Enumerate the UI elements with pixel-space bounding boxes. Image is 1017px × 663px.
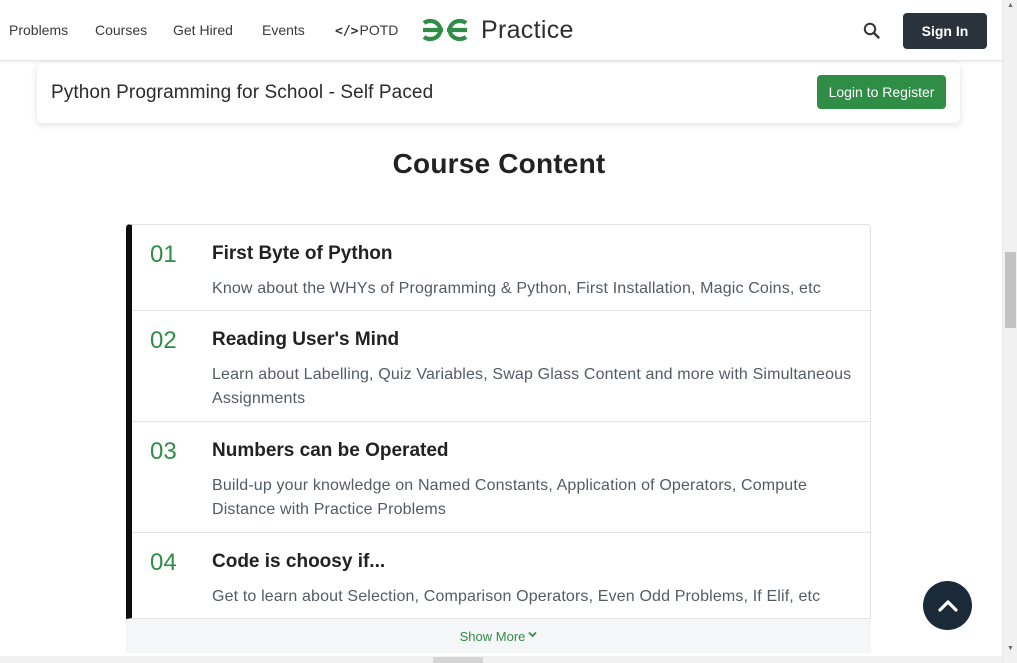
item-title: Code is choosy if... — [212, 551, 386, 572]
login-to-register-button[interactable]: Login to Register — [817, 75, 946, 109]
item-number: 01 — [150, 241, 177, 268]
item-description: Know about the WHYs of Programming & Pyt… — [212, 280, 821, 297]
nav-potd-label: POTD — [359, 22, 399, 38]
vertical-scrollbar[interactable]: ▲ ▼ — [1002, 0, 1017, 663]
content-item[interactable]: 02 Reading User's Mind Learn about Label… — [132, 311, 870, 422]
item-number: 02 — [150, 327, 177, 354]
horizontal-scrollbar-thumb[interactable] — [433, 657, 483, 663]
chevron-up-icon — [937, 599, 958, 612]
show-more-button[interactable]: Show More — [126, 619, 871, 653]
content-item[interactable]: 04 Code is choosy if... Get to learn abo… — [132, 533, 870, 618]
item-description: Get to learn about Selection, Comparison… — [212, 588, 821, 605]
nav-potd[interactable]: </>POTD — [335, 22, 398, 39]
logo-text: Practice — [481, 15, 574, 44]
course-content-list: 01 First Byte of Python Know about the W… — [126, 224, 871, 619]
nav-problems[interactable]: Problems — [9, 22, 68, 38]
gfg-logo-icon — [422, 18, 468, 42]
nav-courses[interactable]: Courses — [95, 22, 147, 38]
gfg-practice-logo[interactable]: Practice — [417, 14, 574, 46]
nav-events[interactable]: Events — [262, 22, 305, 38]
item-description: Build-up your knowledge on Named Constan… — [212, 477, 807, 518]
item-title: Reading User's Mind — [212, 329, 400, 350]
course-content-heading: Course Content — [392, 148, 606, 179]
chevron-down-icon — [528, 630, 538, 640]
item-title: Numbers can be Operated — [212, 440, 449, 461]
item-title: First Byte of Python — [212, 243, 393, 264]
content-item[interactable]: 03 Numbers can be Operated Build-up your… — [132, 422, 870, 533]
content-item[interactable]: 01 First Byte of Python Know about the W… — [132, 225, 870, 311]
item-number: 04 — [150, 549, 177, 576]
course-header-card: Python Programming for School - Self Pac… — [37, 63, 960, 123]
sign-in-button[interactable]: Sign In — [903, 13, 987, 49]
horizontal-scrollbar[interactable] — [0, 656, 1002, 663]
top-navbar: Problems Courses Get Hired Events </>POT… — [0, 0, 1002, 61]
scroll-down-arrow-icon[interactable]: ▼ — [1007, 645, 1014, 652]
vertical-scrollbar-thumb[interactable] — [1005, 252, 1016, 328]
search-icon[interactable] — [862, 21, 882, 41]
item-description: Learn about Labelling, Quiz Variables, S… — [212, 366, 852, 407]
item-number: 03 — [150, 438, 177, 465]
nav-get-hired[interactable]: Get Hired — [173, 22, 233, 38]
course-title: Python Programming for School - Self Pac… — [51, 82, 434, 103]
scroll-up-arrow-icon[interactable]: ▲ — [1007, 2, 1014, 9]
scroll-to-top-button[interactable] — [923, 581, 972, 630]
show-more-label: Show More — [459, 628, 526, 644]
code-icon: </> — [335, 24, 359, 39]
